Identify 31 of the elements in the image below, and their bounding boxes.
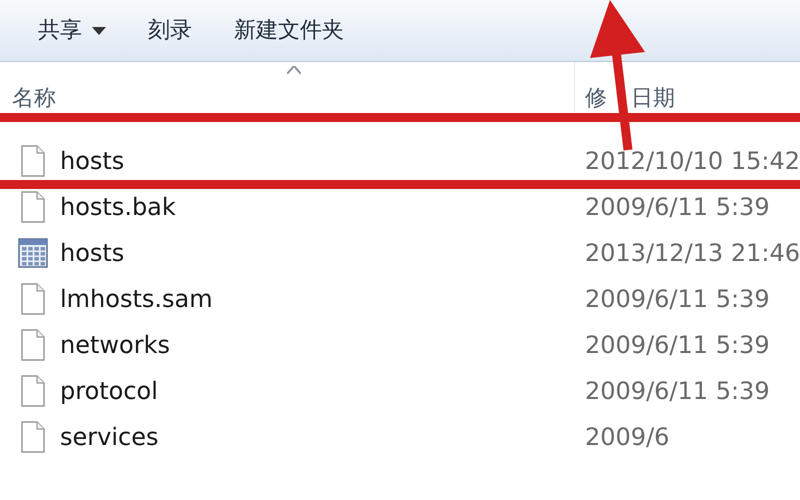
file-icon — [21, 421, 45, 453]
toolbar-button[interactable]: 共享 — [38, 14, 106, 47]
file-name[interactable]: hosts — [60, 143, 124, 179]
dropdown-caret-icon — [92, 26, 106, 34]
file-icon — [21, 375, 45, 407]
file-icon — [21, 283, 45, 315]
file-name[interactable]: hosts.bak — [60, 189, 176, 225]
file-name[interactable]: networks — [60, 327, 170, 363]
file-name[interactable]: hosts — [60, 235, 124, 271]
column-title: 修 — [585, 88, 607, 110]
modified-date: 2009/6 — [584, 422, 670, 453]
file-icon — [21, 145, 45, 177]
modified-date: 2009/6/11 5:39 — [584, 192, 770, 223]
toolbar-button[interactable]: 刻录 — [148, 14, 192, 47]
modified-date: 2009/6/11 5:39 — [584, 284, 770, 315]
column-header[interactable]: 修 日期 — [575, 62, 800, 112]
modified-date: 2012/10/10 15:42 — [584, 146, 800, 177]
file-name[interactable]: protocol — [60, 373, 158, 409]
modified-date: 2009/6/11 5:39 — [584, 330, 770, 361]
sort-up-icon — [287, 66, 301, 74]
file-icon — [21, 191, 45, 223]
file-name[interactable]: services — [60, 419, 158, 455]
calendar-file-icon — [18, 237, 48, 269]
modified-date: 2013/12/13 21:46 — [584, 238, 800, 269]
modified-date: 2009/6/11 5:39 — [584, 376, 770, 407]
column-header[interactable]: 名称 — [0, 62, 575, 112]
file-name[interactable]: lmhosts.sam — [60, 281, 213, 317]
column-title: 日期 — [631, 88, 675, 110]
file-icon — [21, 329, 45, 361]
toolbar-button[interactable]: 新建文件夹 — [234, 14, 344, 47]
column-title: 名称 — [12, 88, 56, 110]
